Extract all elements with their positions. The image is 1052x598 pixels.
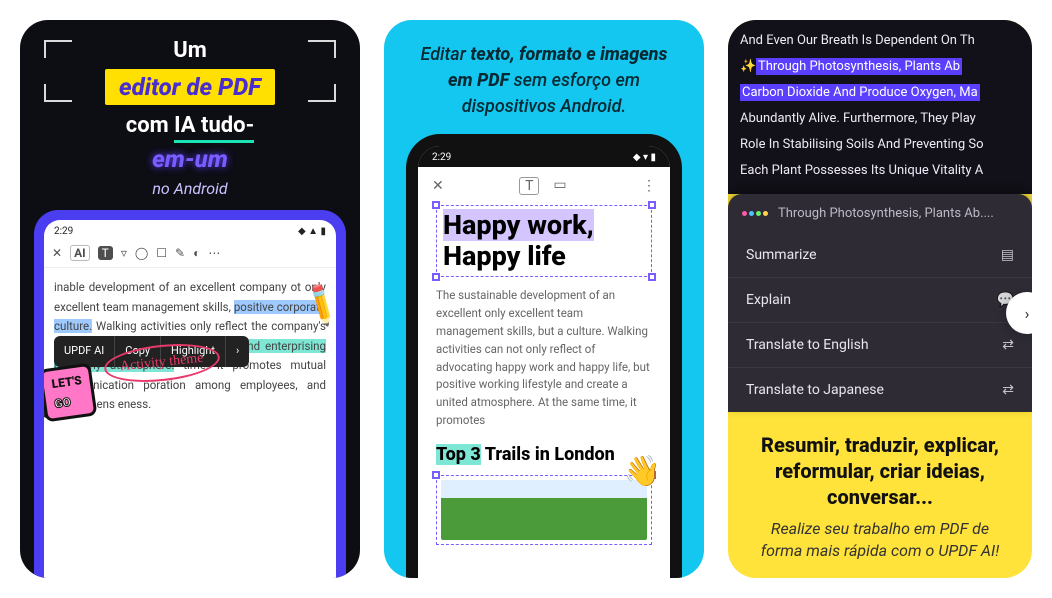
status-time: 2:29 <box>432 152 451 163</box>
device-frame: 2:29 ◆ ▲ ▮ ✕ AI T ▿ ◯ ☐ ✎ ◐ ⋯ inable dev… <box>34 210 346 578</box>
text-line: Carbon Dioxide And Produce Oxygen, Ma <box>740 80 1020 106</box>
menu-translate-en[interactable]: Translate to English⇄ <box>728 322 1032 367</box>
promo-card-1: Um editor de PDF com IA tudo- em-um no A… <box>20 20 360 578</box>
device-screen: 2:29 ◆ ▲ ▮ ✕ AI T ▿ ◯ ☐ ✎ ◐ ⋯ inable dev… <box>44 220 336 578</box>
panel-title: Through Photosynthesis, Plants Ab.... <box>778 206 994 221</box>
status-bar: 2:29 ◆ ▾ ▮ <box>418 146 670 167</box>
close-icon[interactable]: ✕ <box>52 246 62 260</box>
text-tool-icon[interactable]: T <box>519 177 539 195</box>
status-time: 2:29 <box>54 226 73 237</box>
headline-underlined: IA tudo- <box>174 113 254 143</box>
subheading: Top 3 Trails in London <box>436 444 652 465</box>
ai-actions-panel: Through Photosynthesis, Plants Ab.... Su… <box>728 194 1032 412</box>
resize-handle[interactable] <box>648 201 656 209</box>
more-icon[interactable]: ⋮ <box>642 178 656 194</box>
ai-selected-text[interactable]: Through Photosynthesis, Plants Ab <box>756 58 962 75</box>
toolbar-item[interactable]: ✎ <box>175 246 185 260</box>
editor-toolbar: ✕ AI T ▿ ◯ ☐ ✎ ◐ ⋯ <box>44 239 336 268</box>
menu-translate-jp[interactable]: Translate to Japanese⇄ <box>728 367 1032 412</box>
promo-card-2: Editar texto, formato e imagens em PDF s… <box>384 20 704 578</box>
editable-image[interactable]: 👋 <box>436 475 652 545</box>
resize-handle[interactable] <box>648 273 656 281</box>
paragraph-text: The sustainable development of an excell… <box>436 287 652 430</box>
headline-highlight: editor de PDF <box>105 69 275 105</box>
text-line: ✨ Through Photosynthesis, Plants Ab <box>740 54 1020 80</box>
text-line: Role In Stabilising Soils And Preventing… <box>740 132 1020 158</box>
wand-icon: ✨ <box>740 54 756 80</box>
headline-line1: Um <box>38 38 342 63</box>
panel-header: Through Photosynthesis, Plants Ab.... <box>728 194 1032 233</box>
mountain-photo <box>441 480 647 540</box>
toolbar-item[interactable]: ⋯ <box>208 246 220 260</box>
summarize-icon: ▤ <box>1001 247 1014 263</box>
resize-handle[interactable] <box>432 273 440 281</box>
ai-logo-icon <box>742 211 768 216</box>
text-line: Abundantly Alive. Furthermore, They Play <box>740 106 1020 132</box>
headline-sub: no Android <box>38 179 342 198</box>
toolbar-item[interactable]: ◯ <box>135 246 148 260</box>
promo-card-3: And Even Our Breath Is Dependent On Th ✨… <box>728 20 1032 578</box>
toolbar-item[interactable]: ☐ <box>156 246 167 260</box>
ai-selected-text[interactable]: Carbon Dioxide And Produce Oxygen, Ma <box>740 84 980 101</box>
dark-text-block: And Even Our Breath Is Dependent On Th ✨… <box>728 20 1032 194</box>
resize-handle[interactable] <box>432 471 440 479</box>
close-icon[interactable]: ✕ <box>432 178 444 194</box>
editor-topbar: ✕ T ▭ ⋮ <box>418 167 670 205</box>
translate-icon: ⇄ <box>1002 382 1014 398</box>
headline-line2: com IA tudo- <box>38 113 342 143</box>
headline-emum: em-um <box>38 145 342 173</box>
menu-explain[interactable]: Explain💬 <box>728 277 1032 322</box>
translate-icon: ⇄ <box>1002 337 1014 353</box>
editable-heading[interactable]: Happy work, Happy life <box>436 205 652 277</box>
status-bar: 2:29 ◆ ▲ ▮ <box>44 220 336 239</box>
status-icons: ◆ ▾ ▮ <box>633 152 656 163</box>
selected-text: Happy work, <box>443 209 594 241</box>
status-icons: ◆ ▲ ▮ <box>298 226 326 237</box>
image-tool-icon[interactable]: ▭ <box>553 177 566 195</box>
ai-menu: Summarize▤ Explain💬 Translate to English… <box>728 233 1032 412</box>
toolbar-item[interactable]: ▿ <box>121 246 127 260</box>
menu-summarize[interactable]: Summarize▤ <box>728 233 1032 277</box>
promo-bold: Resumir, traduzir, explicar, reformular,… <box>750 432 1010 510</box>
document-body: Happy work, Happy life The sustainable d… <box>418 205 670 545</box>
chevron-right-icon: › <box>1025 304 1030 323</box>
lets-go-sticker: LET'S GO <box>44 363 98 423</box>
text-line: And Even Our Breath Is Dependent On Th <box>740 28 1020 54</box>
headline-highlight-wrap: editor de PDF <box>38 69 342 113</box>
wave-emoji-icon: 👋 <box>624 454 661 489</box>
toolbar-item[interactable]: ◐ <box>193 246 200 260</box>
promo-italic: Realize seu trabalho em PDF de forma mai… <box>750 518 1010 561</box>
toolbar-item[interactable]: T <box>98 246 113 260</box>
toolbar-item[interactable]: AI <box>70 245 90 261</box>
bracket-decor <box>44 40 72 58</box>
resize-handle[interactable] <box>432 201 440 209</box>
bracket-decor <box>308 40 336 58</box>
promo-text: Resumir, traduzir, explicar, reformular,… <box>728 412 1032 561</box>
card2-headline: Editar texto, formato e imagens em PDF s… <box>392 42 696 134</box>
device-frame: 2:29 ◆ ▾ ▮ ✕ T ▭ ⋮ Happy work, Happy lif… <box>406 134 682 578</box>
text-line: Each Plant Possesses Its Unique Vitality… <box>740 158 1020 184</box>
popup-more[interactable]: › <box>226 336 249 367</box>
document-body: inable development of an excellent compa… <box>44 268 336 415</box>
